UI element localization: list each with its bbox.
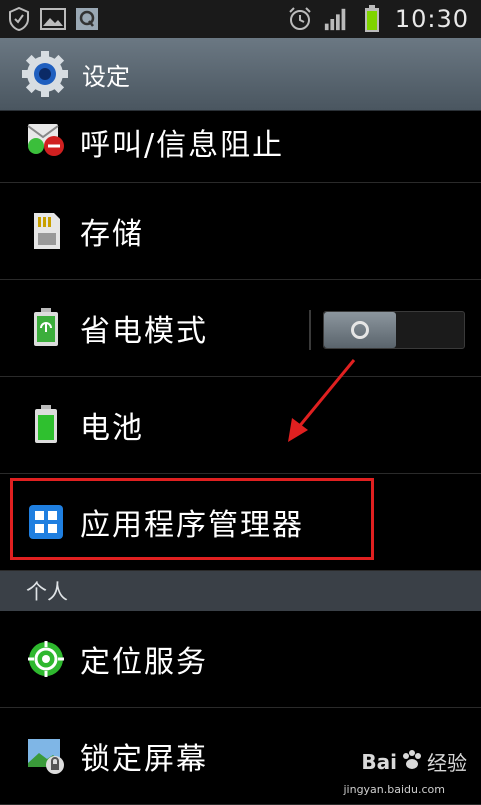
list-item-label: 呼叫/信息阻止 (80, 128, 285, 163)
list-item-location[interactable]: 定位服务 (0, 611, 481, 708)
list-item-call-block[interactable]: 呼叫/信息阻止 (0, 110, 481, 183)
sd-card-icon (26, 211, 66, 251)
section-label: 个人 (26, 580, 68, 604)
power-saving-icon (26, 308, 66, 348)
settings-list: 呼叫/信息阻止 存储 省电模式 电池 应用程序管理器 个人 定位服务 锁定屏幕 (0, 110, 481, 805)
q-app-icon (74, 6, 100, 32)
list-item-storage[interactable]: 存储 (0, 183, 481, 280)
off-indicator-icon (351, 321, 369, 339)
list-item-label: 锁定屏幕 (80, 742, 208, 777)
section-header-personal: 个人 (0, 571, 481, 611)
power-saving-toggle[interactable] (323, 311, 465, 349)
list-item-power-saving[interactable]: 省电模式 (0, 280, 481, 377)
watermark-brand: Bai (361, 749, 397, 774)
list-item-label: 省电模式 (80, 314, 208, 349)
list-item-label: 存储 (80, 217, 144, 252)
location-icon (26, 639, 66, 679)
alarm-icon (287, 6, 313, 32)
page-title: 设定 (82, 62, 130, 91)
list-item-label: 电池 (80, 411, 144, 446)
list-item-label: 定位服务 (80, 645, 208, 680)
toggle-knob[interactable] (324, 312, 396, 348)
settings-gear-icon (20, 49, 70, 99)
settings-title-bar[interactable]: 设定 (0, 38, 481, 111)
watermark-url: jingyan.baidu.com (343, 783, 445, 796)
status-time: 10:30 (394, 5, 469, 33)
baidu-watermark: Bai 经验 (361, 747, 467, 776)
highlight-annotation-box (10, 478, 374, 560)
shield-icon (6, 6, 32, 32)
battery-icon (359, 5, 385, 32)
signal-icon (323, 6, 349, 32)
lock-screen-icon (26, 736, 66, 776)
call-block-icon (26, 118, 66, 158)
list-item-battery[interactable]: 电池 (0, 377, 481, 474)
paw-logo-icon (401, 749, 423, 775)
image-icon (40, 6, 66, 32)
red-arrow-annotation-icon (288, 359, 356, 442)
toggle-divider (309, 310, 311, 350)
watermark-sub: 经验 (427, 751, 467, 775)
power-saving-toggle-wrap (309, 310, 465, 350)
battery-icon (26, 405, 66, 445)
status-bar: 10:30 (0, 0, 481, 38)
